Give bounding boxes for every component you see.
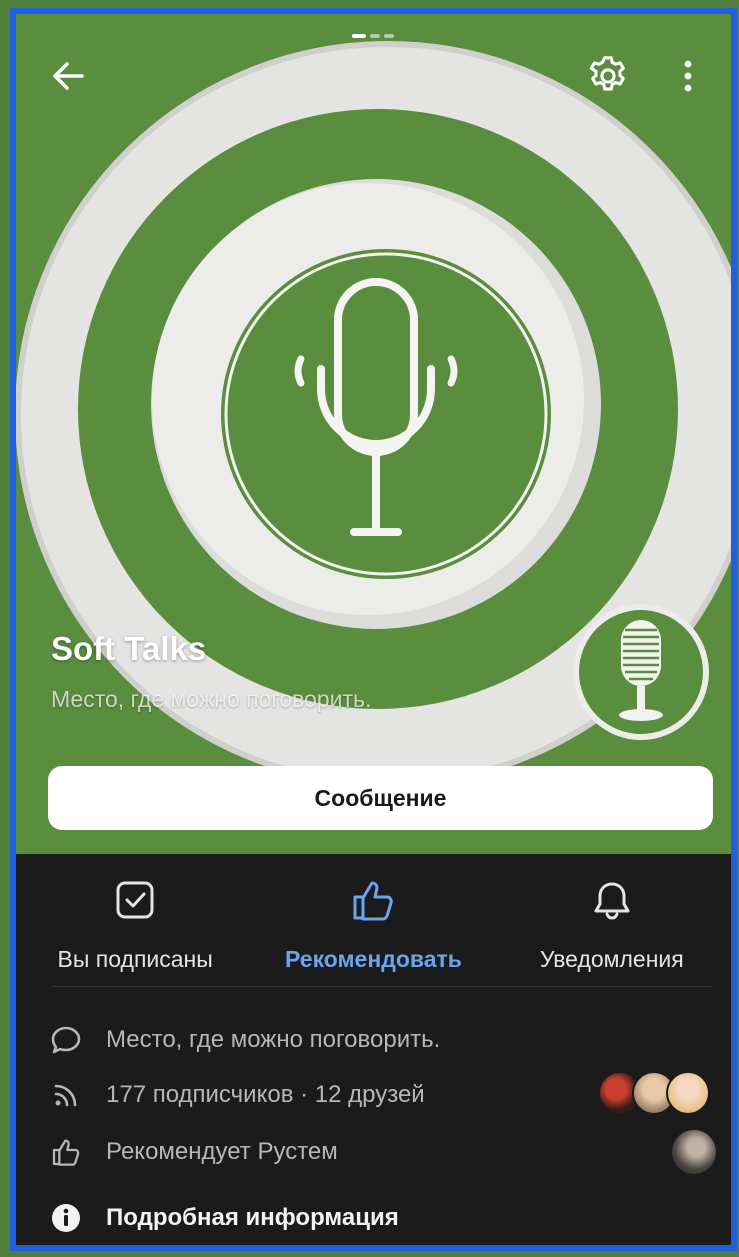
recommend-action[interactable]: Рекомендовать <box>254 854 492 989</box>
info-status-row: Место, где можно поговорить. <box>16 1012 731 1068</box>
avatar[interactable] <box>672 1130 716 1174</box>
details-row[interactable]: Подробная информация <box>16 1190 731 1245</box>
action-bar: Вы подписаны Рекомендовать Уведомления <box>16 854 731 989</box>
app-frame: Soft Talks Место, где можно поговорить. <box>10 8 737 1251</box>
recommend-label: Рекомендовать <box>285 946 462 972</box>
subscribers-row[interactable]: 177 подписчиков · 12 друзей <box>16 1067 731 1123</box>
subscribed-label: Вы подписаны <box>57 946 213 972</box>
message-button[interactable]: Сообщение <box>48 766 713 830</box>
rss-icon <box>48 1077 84 1113</box>
recommended-by-row[interactable]: Рекомендует Рустем <box>16 1124 731 1180</box>
notifications-label: Уведомления <box>539 946 684 972</box>
gear-icon[interactable] <box>576 44 640 108</box>
notifications-action[interactable]: Уведомления <box>493 854 731 989</box>
bell-icon <box>590 876 634 924</box>
checkbox-checked-icon <box>114 876 156 924</box>
back-arrow-icon[interactable] <box>36 44 100 108</box>
friend-avatars[interactable] <box>598 1071 718 1119</box>
subscribers-text: 177 подписчиков · 12 друзей <box>106 1081 425 1108</box>
drag-indicator[interactable] <box>352 34 394 38</box>
speech-bubble-icon <box>48 1022 84 1058</box>
subscribed-action[interactable]: Вы подписаны <box>16 854 254 989</box>
recommended-by-text: Рекомендует Рустем <box>106 1138 338 1165</box>
more-vertical-icon[interactable] <box>666 44 710 108</box>
thumbs-up-icon <box>349 876 397 924</box>
info-status-text: Место, где можно поговорить. <box>106 1026 441 1053</box>
group-cover: Soft Talks Место, где можно поговорить. <box>16 14 731 854</box>
group-status: Место, где можно поговорить. <box>51 686 372 712</box>
group-avatar[interactable] <box>571 602 711 742</box>
info-icon <box>48 1200 84 1236</box>
thumbs-up-outline-icon <box>48 1134 84 1170</box>
group-title: Soft Talks <box>51 630 207 667</box>
divider <box>52 986 712 987</box>
avatar <box>666 1071 710 1115</box>
details-text: Подробная информация <box>106 1204 399 1231</box>
top-bar <box>16 14 731 124</box>
